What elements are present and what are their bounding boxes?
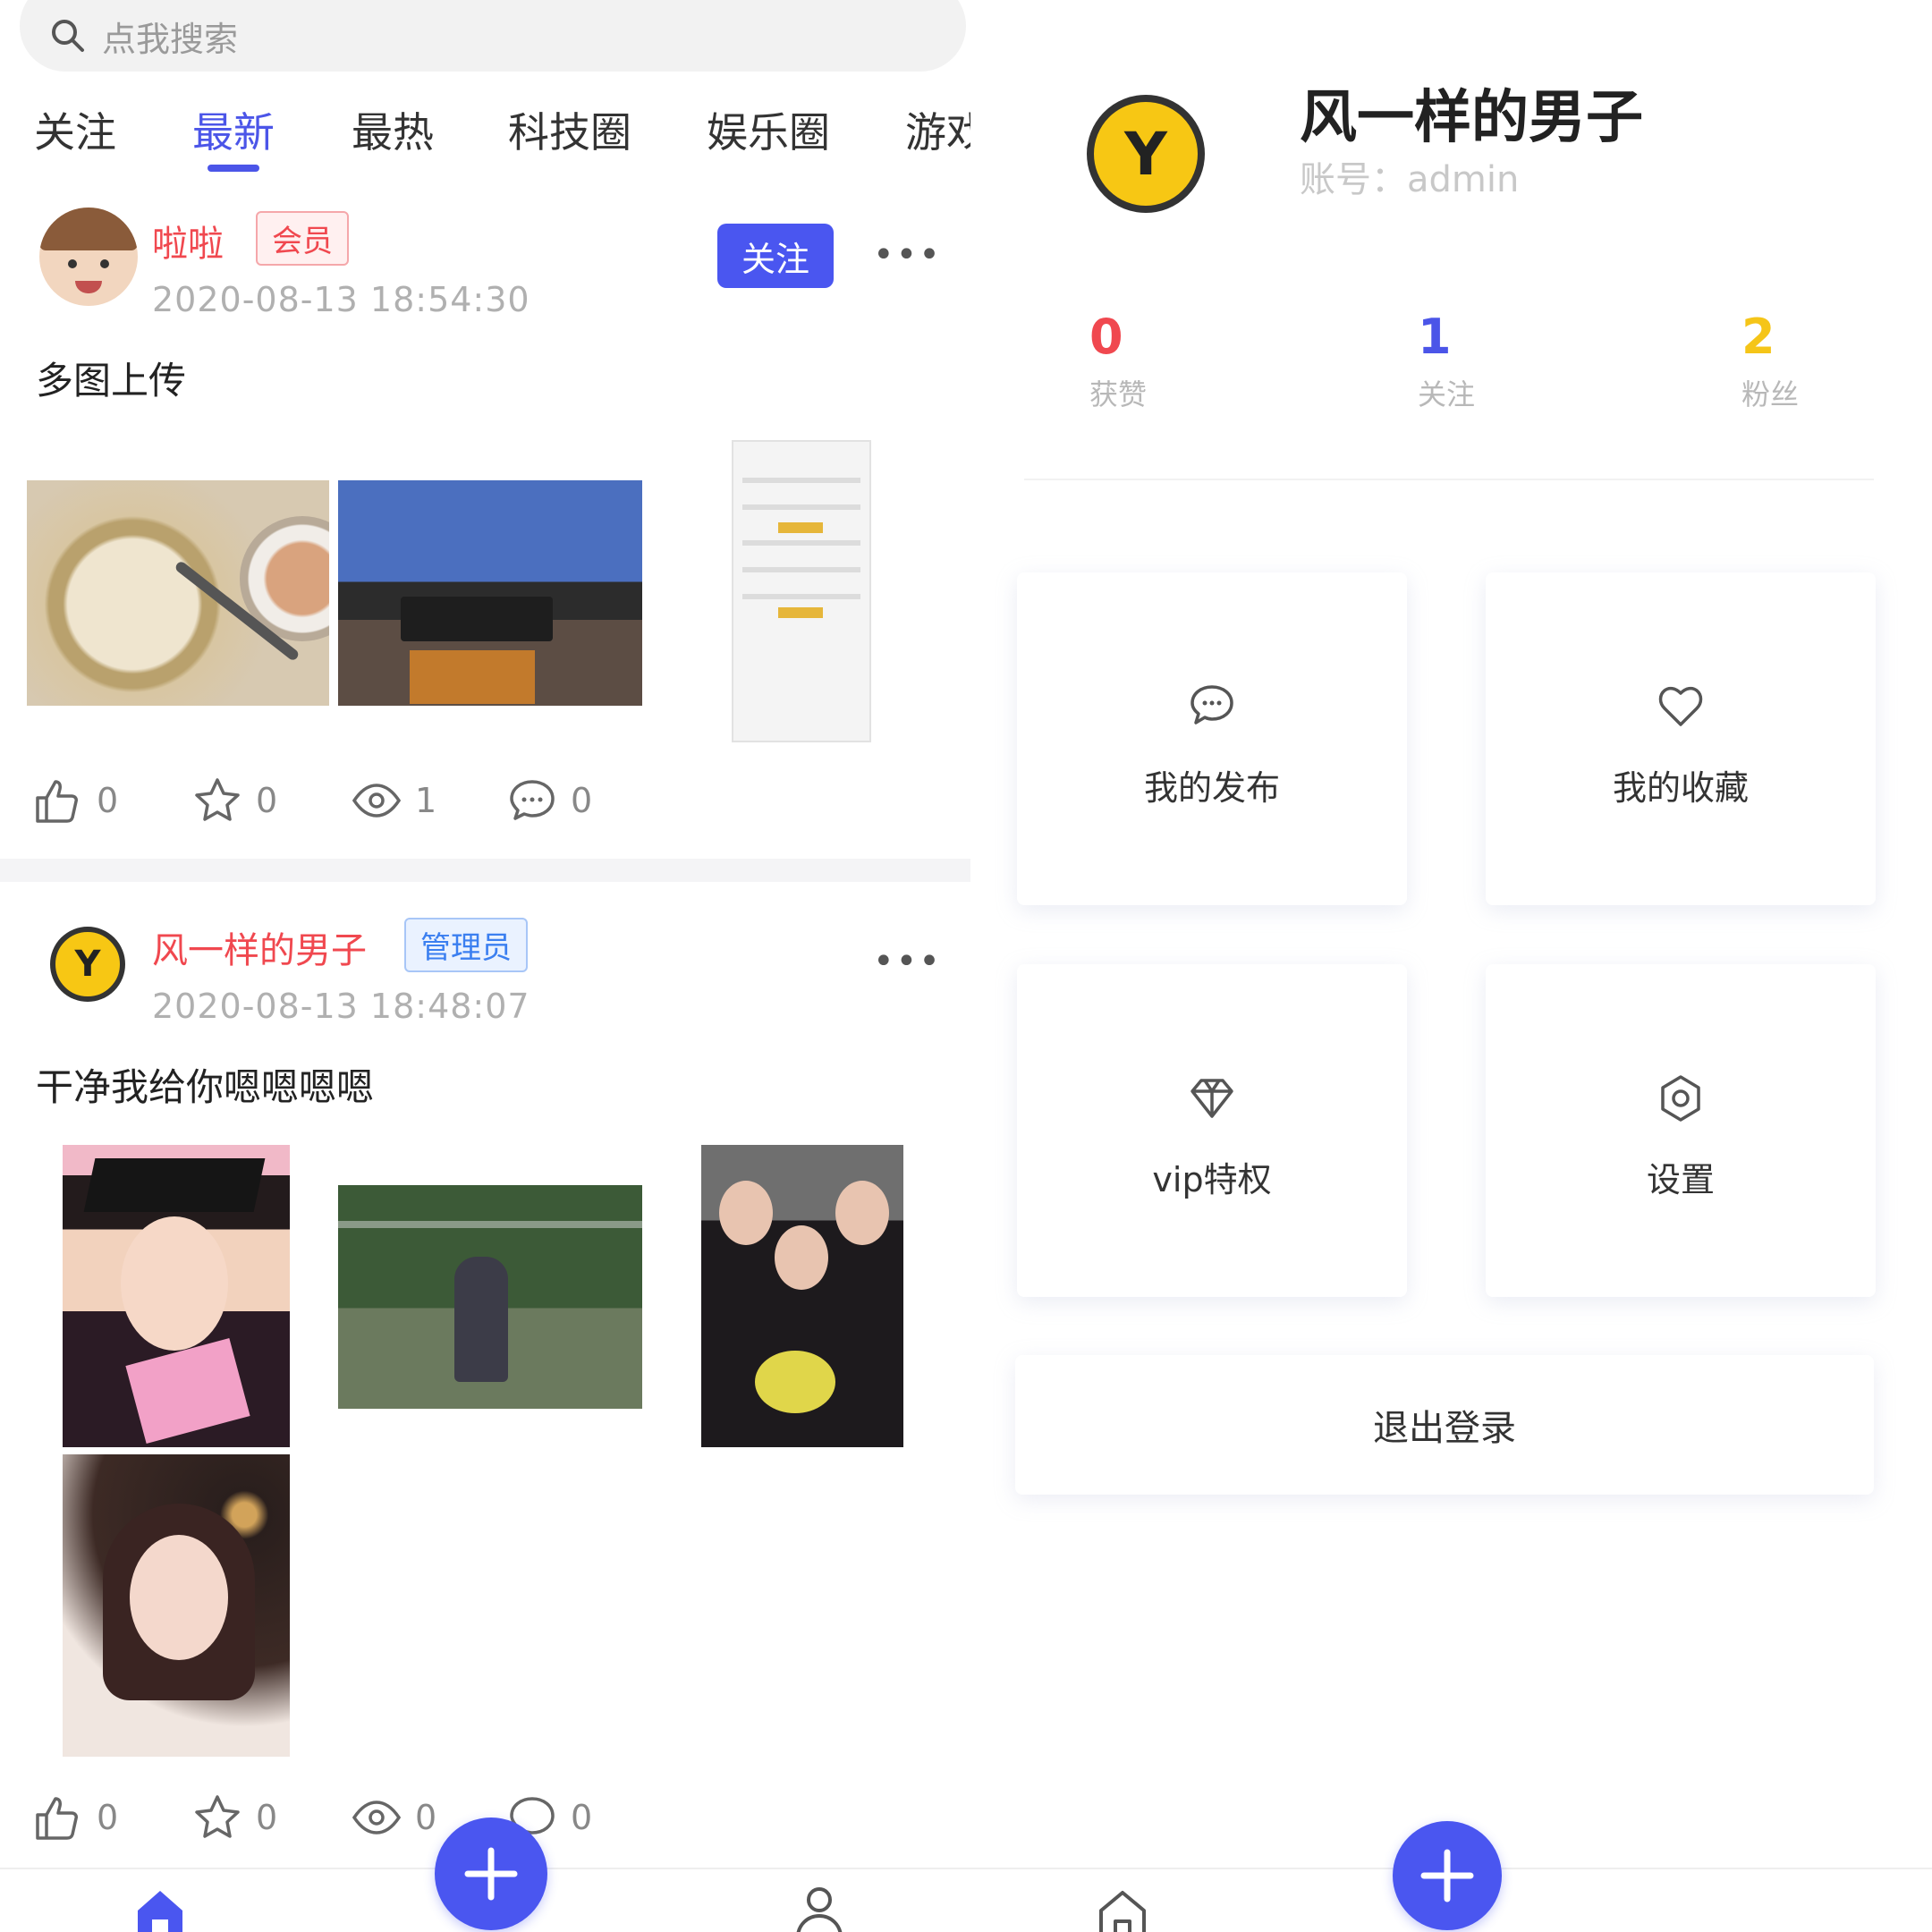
- post-image[interactable]: [701, 1145, 903, 1447]
- profile-name: 风一样的男子: [1300, 85, 1643, 151]
- post-image[interactable]: [338, 1185, 642, 1409]
- follow-button[interactable]: 关注: [717, 224, 834, 288]
- post-image[interactable]: [27, 480, 329, 706]
- view-count: 1: [415, 781, 437, 820]
- comment-icon: [510, 780, 555, 820]
- comment-count: 0: [571, 781, 593, 820]
- plus-icon: [464, 1847, 518, 1901]
- tab-entertainment[interactable]: 娱乐圈: [707, 100, 830, 159]
- favorite-count: 0: [256, 781, 278, 820]
- admin-badge: 管理员: [404, 918, 528, 972]
- post-image[interactable]: [63, 1454, 290, 1757]
- stat-followers[interactable]: 2 粉丝: [1741, 309, 1885, 413]
- search-icon: [47, 14, 89, 57]
- member-badge: 会员: [256, 211, 349, 266]
- stat-value: 0: [1089, 309, 1123, 365]
- tab-games[interactable]: 游戏: [905, 100, 970, 159]
- post-time: 2020-08-13 18:48:07: [152, 987, 530, 1026]
- eye-icon: [352, 1801, 402, 1835]
- profile-screen: Y 风一样的男子 账号：admin 0 获赞 1 关注 2 粉丝 我的发布 我的…: [970, 0, 1932, 1932]
- menu-label: vip特权: [1152, 1160, 1272, 1199]
- home-icon[interactable]: [132, 1884, 188, 1932]
- stat-label: 关注: [1418, 377, 1476, 411]
- comment-count: 0: [571, 1798, 593, 1837]
- profile-account: 账号：admin: [1300, 159, 1520, 200]
- post-username[interactable]: 啦啦: [152, 215, 224, 267]
- home-icon[interactable]: [1096, 1885, 1149, 1932]
- view-count-item: 1: [351, 775, 436, 826]
- view-count-item: 0: [351, 1792, 436, 1843]
- star-icon: [195, 778, 240, 821]
- create-post-button[interactable]: [435, 1818, 547, 1930]
- stat-likes[interactable]: 0 获赞: [1089, 309, 1233, 413]
- more-icon[interactable]: •••: [873, 941, 942, 982]
- post-actions: 0 0 1 0: [32, 775, 676, 828]
- create-post-button[interactable]: [1393, 1821, 1502, 1930]
- like-button[interactable]: 0: [32, 1792, 118, 1843]
- post-image[interactable]: [732, 440, 871, 742]
- favorite-button[interactable]: 0: [191, 1792, 277, 1843]
- logout-button[interactable]: 退出登录: [1015, 1355, 1874, 1495]
- like-button[interactable]: 0: [32, 775, 118, 826]
- category-tabs: 关注 最新 最热 科技圈 娱乐圈 游戏: [0, 100, 970, 185]
- menu-my-favorites[interactable]: 我的收藏: [1486, 572, 1876, 905]
- tab-hot[interactable]: 最热: [352, 100, 434, 159]
- comment-button[interactable]: 0: [506, 775, 592, 826]
- view-count: 0: [415, 1798, 437, 1837]
- menu-settings[interactable]: 设置: [1486, 964, 1876, 1297]
- favorite-count: 0: [256, 1798, 278, 1837]
- more-icon[interactable]: •••: [873, 234, 942, 275]
- settings-icon: [1661, 1075, 1700, 1122]
- post-text: 多图上传: [36, 359, 187, 402]
- stat-label: 粉丝: [1741, 377, 1800, 411]
- post-text: 干净我给你嗯嗯嗯嗯: [36, 1065, 375, 1109]
- post-image[interactable]: [63, 1145, 290, 1447]
- menu-label: 我的收藏: [1612, 768, 1749, 808]
- user-icon[interactable]: [792, 1884, 846, 1932]
- post-divider: [0, 859, 970, 882]
- tab-follow[interactable]: 关注: [34, 100, 116, 159]
- stat-label: 获赞: [1089, 377, 1148, 411]
- avatar[interactable]: Y: [50, 927, 125, 1002]
- post-time: 2020-08-13 18:54:30: [152, 280, 530, 319]
- tab-latest[interactable]: 最新: [192, 100, 275, 159]
- chat-bubble-icon: [1191, 685, 1233, 724]
- stat-following[interactable]: 1 关注: [1418, 309, 1561, 413]
- like-count: 0: [97, 1798, 119, 1837]
- post-image[interactable]: [338, 480, 642, 706]
- section-divider: [1024, 479, 1874, 480]
- search-bar[interactable]: 点我搜索: [20, 0, 966, 72]
- like-count: 0: [97, 781, 119, 820]
- stat-value: 1: [1418, 309, 1452, 365]
- thumbs-up-icon: [36, 780, 78, 823]
- avatar[interactable]: [39, 208, 138, 306]
- profile-avatar[interactable]: Y: [1087, 95, 1205, 213]
- search-placeholder: 点我搜索: [102, 19, 239, 59]
- heart-icon: [1658, 686, 1703, 726]
- menu-my-posts[interactable]: 我的发布: [1017, 572, 1407, 905]
- feed-screen: 点我搜索 关注 最新 最热 科技圈 娱乐圈 游戏 啦啦 会员 2020-08-1…: [0, 0, 970, 1932]
- plus-icon: [1420, 1849, 1474, 1902]
- eye-icon: [352, 784, 402, 818]
- menu-label: 设置: [1646, 1160, 1715, 1199]
- stat-value: 2: [1741, 309, 1775, 365]
- favorite-button[interactable]: 0: [191, 775, 277, 826]
- active-tab-indicator: [208, 165, 259, 172]
- diamond-icon: [1191, 1079, 1233, 1118]
- thumbs-up-icon: [36, 1797, 78, 1840]
- star-icon: [195, 1795, 240, 1838]
- post-actions: 0 0 0 0: [32, 1792, 676, 1845]
- menu-vip[interactable]: vip特权: [1017, 964, 1407, 1297]
- post-username[interactable]: 风一样的男子: [152, 921, 367, 973]
- tab-tech[interactable]: 科技圈: [508, 100, 631, 159]
- menu-label: 我的发布: [1143, 768, 1280, 808]
